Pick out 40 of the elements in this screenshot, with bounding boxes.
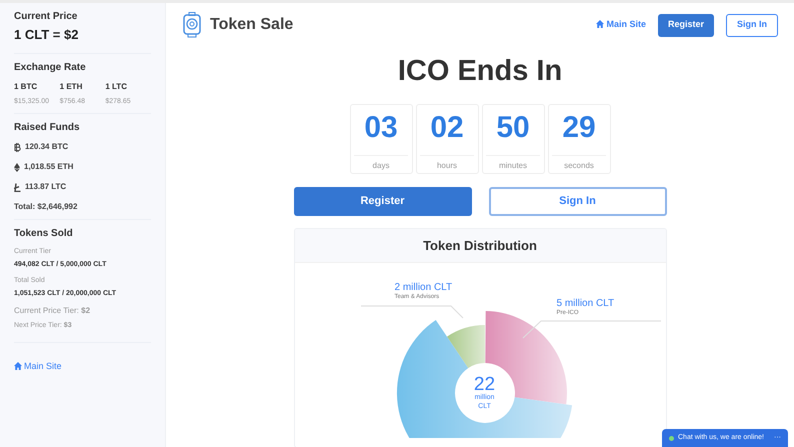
price-value: 1 CLT = $2 — [14, 26, 80, 44]
register-button[interactable]: Register — [658, 14, 714, 36]
countdown-unit: seconds — [564, 160, 594, 172]
section-title: Exchange Rate — [14, 60, 87, 74]
coin-label: 1 ETH — [60, 80, 84, 92]
coin-label: 1 LTC — [105, 80, 128, 92]
litecoin-icon — [14, 182, 21, 192]
raised-amount: 1,018.55 ETH — [24, 161, 74, 173]
bitcoin-icon — [14, 142, 21, 152]
countdown-value: 50 — [496, 113, 530, 143]
slice-amount: 2 million CLT — [394, 283, 452, 293]
section-title: Raised Funds — [14, 121, 81, 135]
countdown-unit: days — [372, 160, 390, 172]
team-slice — [446, 325, 484, 368]
main-site-link[interactable]: Main Site — [596, 18, 646, 32]
raised-total: Total: $2,646,992 — [14, 201, 78, 213]
register-button[interactable]: Register — [294, 187, 472, 216]
logo-icon — [182, 12, 202, 38]
raised-amount: 120.34 BTC — [25, 141, 68, 153]
ethereum-icon — [14, 162, 20, 172]
sign-in-button[interactable]: Sign In — [488, 187, 666, 216]
section-title: Current Price — [14, 10, 78, 24]
countdown-unit: hours — [436, 160, 457, 172]
countdown-value: 29 — [562, 113, 596, 143]
raised-amount: 113.87 LTC — [25, 181, 66, 193]
countdown-value: 03 — [364, 113, 398, 143]
countdown-value: 02 — [430, 113, 464, 143]
home-icon — [596, 20, 604, 28]
main-site-link[interactable]: Main Site — [14, 360, 62, 370]
panel-title: Token Distribution — [294, 229, 666, 263]
section-title: Tokens Sold — [14, 227, 74, 241]
price-tier-text: Current Price Tier: $2 — [14, 305, 92, 317]
countdown-unit: minutes — [498, 160, 527, 172]
coin-label: 1 BTC — [14, 80, 38, 92]
countdown-title: ICO Ends In — [398, 57, 562, 86]
sign-in-button[interactable]: Sign In — [726, 14, 778, 36]
slice-amount: 5 million CLT — [556, 299, 614, 309]
site-title: Token Sale — [210, 15, 294, 35]
home-icon — [14, 362, 22, 370]
center-value: 22 — [474, 374, 496, 394]
